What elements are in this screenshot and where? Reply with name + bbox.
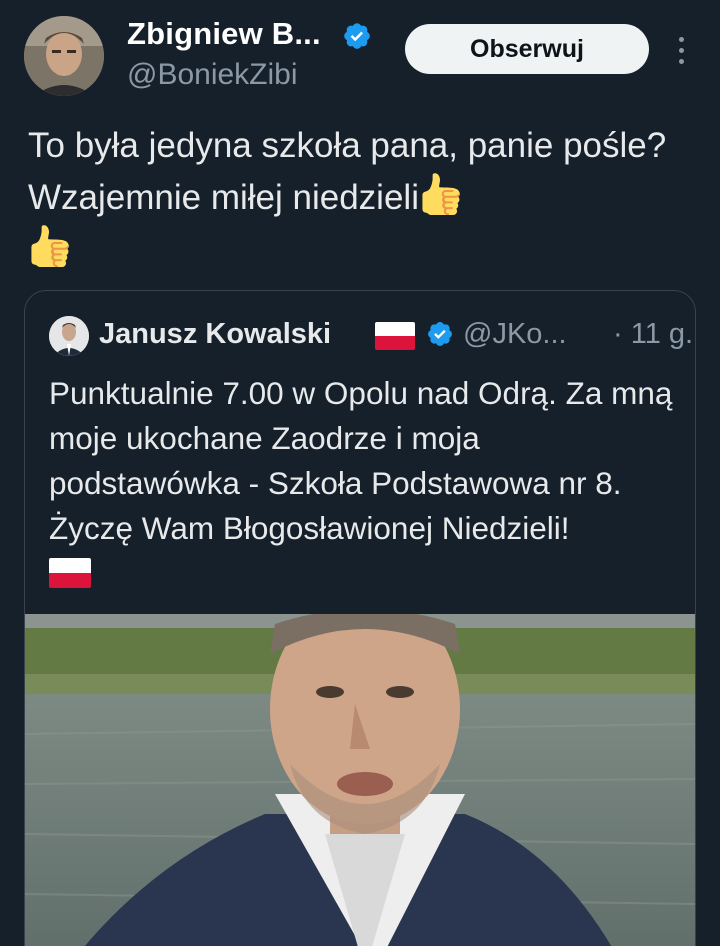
follow-button[interactable]: Obserwuj [405,24,649,74]
author-handle[interactable]: @BoniekZibi [127,58,298,92]
quoted-timestamp[interactable]: · 11 g. [613,318,693,351]
quoted-media-image[interactable] [25,614,695,946]
tweet-header: Zbigniew B... @BoniekZibi Obserwuj [0,0,720,110]
quoted-author-name[interactable]: Janusz Kowalski [99,318,331,351]
verified-badge-icon [428,322,452,346]
thumbs-up-icon [31,225,69,267]
author-name[interactable]: Zbigniew B... [127,16,321,52]
quoted-author-handle[interactable]: @JKo... [463,318,567,351]
quoted-body: Punktualnie 7.00 w Opolu nad Odrą. Za mn… [49,375,673,546]
tweet-body: To była jedyna szkoła pana, panie pośle?… [28,126,667,217]
tweet-text: To była jedyna szkoła pana, panie pośle?… [28,120,708,276]
verified-badge-icon [344,23,370,49]
author-avatar[interactable] [24,16,104,96]
more-options-icon[interactable] [670,30,692,70]
quoted-author-avatar[interactable] [49,316,89,356]
video-thumbnail [25,614,695,946]
poland-flag-icon [375,322,415,350]
quoted-tweet[interactable]: Janusz Kowalski @JKo... · 11 g. Punktual… [24,290,696,946]
poland-flag-icon [49,558,91,588]
thumbs-up-icon [422,173,460,215]
quoted-tweet-text: Punktualnie 7.00 w Opolu nad Odrą. Za mn… [49,371,679,596]
